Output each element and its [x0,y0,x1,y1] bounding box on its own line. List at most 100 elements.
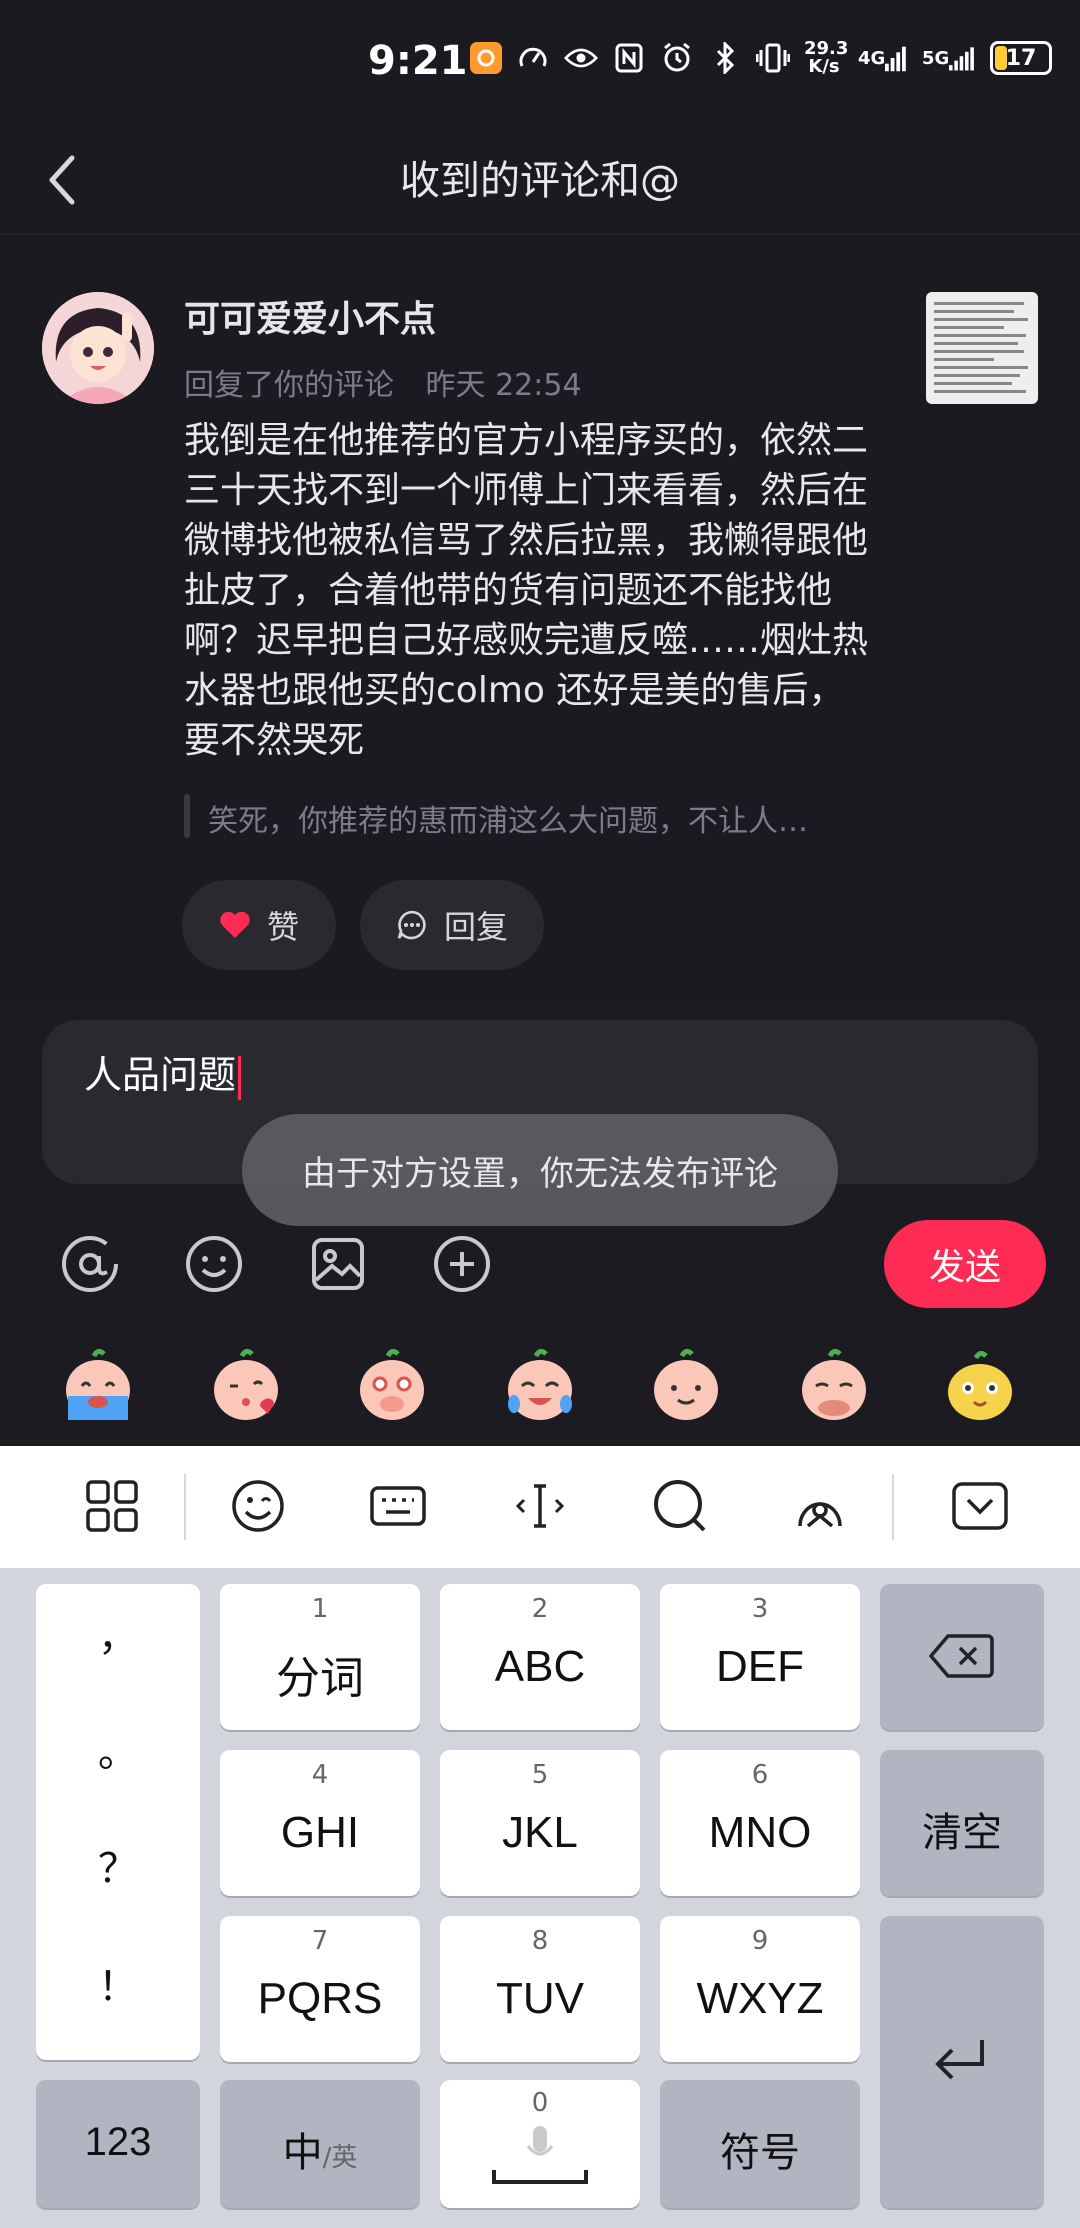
key-6[interactable]: 6 MNO [660,1750,860,1896]
chat-bubble-icon [397,910,426,940]
key-label: WXYZ [696,1974,824,2023]
enter-key[interactable] [880,1916,1044,2208]
nfc-icon [612,41,646,75]
emoji-shy-icon[interactable] [794,1346,874,1426]
key-number: 6 [751,1760,769,1790]
reply-label: 回复 [443,908,508,946]
status-bar: 9:21 29.3 K/s 4G 5G 17 [0,0,1080,120]
net-speed-unit: K/s [808,56,840,77]
comment-input-value[interactable]: 人品问题 [84,1044,242,1100]
quoted-text: 笑死，你推荐的惠而浦这么大问题，不让人… [208,804,808,839]
emoji-yellow-face-icon[interactable] [940,1346,1020,1426]
signal-5g: 5G [922,41,976,75]
clear-label: 清空 [922,1810,1002,1856]
key-1[interactable]: 1 分词 [220,1584,420,1730]
comment-time: 昨天 22:54 [425,368,582,403]
page-title: 收到的评论和@ [400,158,680,204]
comment-action: 回复了你的评论 [184,368,394,403]
comment-meta: 回复了你的评论 昨天 22:54 [184,360,582,404]
reply-button[interactable]: 回复 [360,880,544,970]
send-button[interactable]: 发送 [884,1220,1046,1308]
key-number: 2 [531,1594,549,1624]
key-9[interactable]: 9 WXYZ [660,1916,860,2062]
key-period[interactable]: 。 [36,1720,200,1778]
input-text: 人品问题 [84,1053,237,1097]
emoji-crying-icon[interactable] [58,1346,138,1426]
key-comma[interactable]: ， [36,1604,200,1662]
number-mode-key[interactable]: 123 [36,2080,200,2208]
plus-icon[interactable] [432,1234,492,1294]
punctuation-column[interactable]: ， 。 ？ ！ [36,1584,200,2060]
status-icons: 29.3 K/s 4G 5G 17 [470,40,1052,76]
backspace-icon [929,1634,994,1678]
emoji-laugh-cover-icon[interactable] [352,1346,432,1426]
top-nav: 收到的评论和@ [0,120,1080,235]
smile-icon[interactable] [184,1234,244,1294]
comment-username[interactable]: 可可爱爱小不点 [184,290,436,342]
battery-icon: 17 [990,41,1052,75]
emoji-kiss-icon[interactable] [206,1346,286,1426]
toast-message: 由于对方设置，你无法发布评论 [242,1114,838,1226]
key-number: 0 [531,2088,549,2118]
toolbar-divider [184,1474,186,1540]
like-button[interactable]: 赞 [182,880,336,970]
key-number: 9 [751,1926,769,1956]
clear-key[interactable]: 清空 [880,1750,1044,1896]
space-key[interactable]: 0 [440,2080,640,2208]
key-4[interactable]: 4 GHI [220,1750,420,1896]
lang-sub: /英 [322,2143,358,2173]
eye-icon [564,41,598,75]
cursor-move-icon[interactable] [508,1474,572,1538]
key-number: 7 [311,1926,329,1956]
like-label: 赞 [266,908,299,946]
alarm-icon [660,41,694,75]
keyboard-toolbar [0,1446,1080,1568]
quote-bar [184,794,190,838]
avatar[interactable] [42,292,154,404]
microphone-space-icon [492,2126,588,2184]
key-number: 1 [311,1594,329,1624]
key-7[interactable]: 7 PQRS [220,1916,420,2062]
keyboard-layout-icon[interactable] [366,1474,430,1538]
image-icon[interactable] [308,1234,368,1294]
signal-5g-label: 5G [922,47,950,69]
hide-keyboard-icon[interactable] [948,1474,1012,1538]
grid-menu-icon[interactable] [80,1474,144,1538]
signal-bars-icon [885,46,907,72]
at-icon[interactable] [60,1234,120,1294]
text-caret [238,1055,242,1100]
search-icon[interactable] [648,1474,712,1538]
language-switch-key[interactable]: 中/英 [220,2080,420,2208]
quoted-comment[interactable]: 笑死，你推荐的惠而浦这么大问题，不让人… [184,790,894,842]
emoji-tears-joy-icon[interactable] [500,1346,580,1426]
battery-level: 17 [1005,45,1037,71]
comment-body: 我倒是在他推荐的官方小程序买的，依然二三十天找不到一个师傅上门来看看，然后在微博… [184,420,869,761]
key-question[interactable]: ？ [36,1836,200,1894]
bluetooth-icon [708,41,742,75]
lang-main: 中 [282,2130,323,2176]
emoji-keyboard-icon[interactable] [226,1474,290,1538]
vibrate-icon [756,41,790,75]
status-time: 9:21 [368,38,468,84]
key-5[interactable]: 5 JKL [440,1750,640,1896]
backspace-key[interactable] [880,1584,1044,1730]
key-exclaim[interactable]: ！ [36,1954,200,2012]
key-number: 5 [531,1760,549,1790]
signal-4g-label: 4G [858,47,886,69]
app-badge-icon [470,42,502,74]
symbol-key[interactable]: 符号 [660,2080,860,2208]
video-thumbnail[interactable] [926,292,1038,404]
key-3[interactable]: 3 DEF [660,1584,860,1730]
net-speed: 29.3 K/s [804,40,848,77]
key-label: PQRS [257,1974,383,2023]
keyboard: ， 。 ？ ！ 1 分词 2 ABC 3 DEF 4 GHI 5 JKL 6 M… [0,1446,1080,2228]
key-label: GHI [280,1808,360,1857]
emoji-smile-icon[interactable] [646,1346,726,1426]
key-label: JKL [502,1808,578,1857]
key-2[interactable]: 2 ABC [440,1584,640,1730]
key-8[interactable]: 8 TUV [440,1916,640,2062]
heart-icon [220,911,250,938]
signal-bars-icon [949,47,975,71]
voice-assistant-icon[interactable] [788,1474,852,1538]
key-number: 4 [311,1760,329,1790]
